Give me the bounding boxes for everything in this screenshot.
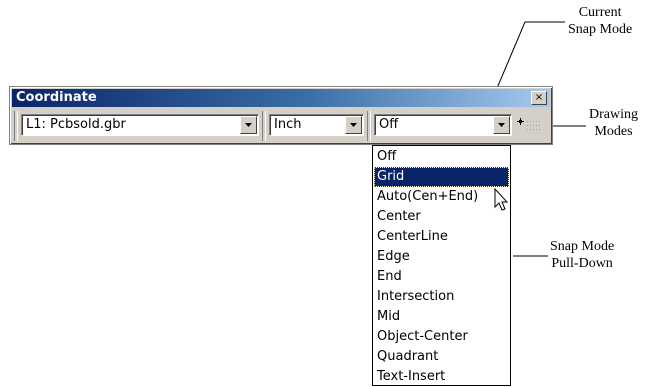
snap-option-centerline[interactable]: CenterLine <box>374 227 509 247</box>
dropdown-arrow-icon <box>498 123 505 127</box>
snap-mode-select-value: Off <box>379 117 399 132</box>
layer-select-value: L1: Pcbsold.gbr <box>26 117 126 132</box>
layer-select[interactable]: L1: Pcbsold.gbr <box>21 114 259 136</box>
window-title: Coordinate <box>16 90 97 105</box>
close-button[interactable]: × <box>531 91 547 105</box>
snap-mode-select[interactable]: Off <box>374 114 512 136</box>
drawing-modes-icon[interactable] <box>516 118 542 132</box>
coordinate-toolbar: Coordinate × L1: Pcbsold.gbr Inch Off <box>9 86 553 145</box>
snap-option-object-center[interactable]: Object-Center <box>374 327 509 347</box>
leader-lines <box>480 21 586 257</box>
snap-option-text-insert[interactable]: Text-Insert <box>374 367 509 387</box>
snap-option-grid[interactable]: Grid <box>374 167 509 187</box>
mouse-pointer-icon <box>494 188 508 211</box>
snap-mode-dropdown-button[interactable] <box>493 116 510 134</box>
units-select[interactable]: Inch <box>269 114 364 136</box>
snap-option-center[interactable]: Center <box>374 207 509 227</box>
units-select-dropdown-button[interactable] <box>345 116 362 134</box>
snap-mode-dropdown-list: Off Grid Auto(Cen+End) Center CenterLine… <box>372 145 511 386</box>
separator <box>367 111 371 141</box>
snap-option-intersection[interactable]: Intersection <box>374 287 509 307</box>
snap-option-end[interactable]: End <box>374 267 509 287</box>
separator <box>262 111 266 141</box>
separator <box>14 111 18 141</box>
title-bar[interactable]: Coordinate × <box>12 89 550 107</box>
snap-option-quadrant[interactable]: Quadrant <box>374 347 509 367</box>
dropdown-arrow-icon <box>245 123 252 127</box>
snap-option-auto[interactable]: Auto(Cen+End) <box>374 187 509 207</box>
units-select-value: Inch <box>274 117 302 132</box>
layer-select-dropdown-button[interactable] <box>240 116 257 134</box>
snap-option-off[interactable]: Off <box>374 147 509 167</box>
snap-option-mid[interactable]: Mid <box>374 307 509 327</box>
snap-option-edge[interactable]: Edge <box>374 247 509 267</box>
close-icon: × <box>534 92 544 103</box>
dropdown-arrow-icon <box>350 123 357 127</box>
